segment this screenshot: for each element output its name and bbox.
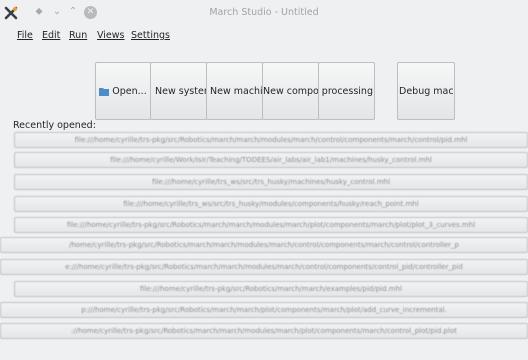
open-button-label: Open...	[112, 85, 147, 97]
recent-item[interactable]: file:///home/cyrille/trs_ws/src/trs_husk…	[14, 174, 528, 190]
menu-run[interactable]: Run	[69, 30, 87, 41]
menu-bar: File Edit Run Views Settings	[0, 27, 528, 45]
new-component-button-label: New component	[263, 85, 319, 97]
recent-item[interactable]: e:///home/cyrille/trs-pkg/src/Robotics/m…	[0, 259, 528, 275]
menu-settings[interactable]: Settings	[131, 30, 170, 41]
recent-item[interactable]: file:///home/cyrille/trs-pkg/src/Robotic…	[14, 132, 528, 148]
recent-item[interactable]: file:///home/cyrille/trs-pkg/src/Robotic…	[14, 281, 528, 297]
menu-file-label: File	[17, 30, 33, 41]
new-system-button-label: New system	[155, 85, 206, 97]
menu-run-label: Run	[69, 30, 88, 41]
new-processing-button[interactable]: New processing	[318, 62, 375, 120]
recent-item[interactable]: file:///home/cyrille/trs_ws/src/trs_husk…	[14, 196, 528, 212]
new-machine-button-label: New machine	[210, 85, 263, 97]
menu-views-label: Views	[97, 30, 125, 41]
open-button[interactable]: Open...	[95, 62, 151, 120]
title-bar: ⬥ ⌄ ⌃ ✕ March Studio - Untitled	[0, 0, 528, 25]
new-machine-button[interactable]: New machine	[206, 62, 263, 120]
window-title: March Studio - Untitled	[209, 7, 319, 18]
recent-item[interactable]: ://home/cyrille/trs-pkg/src/Robotics/mar…	[0, 323, 528, 339]
menu-edit-label: Edit	[42, 30, 61, 41]
debug-machine-button[interactable]: Debug machine	[397, 62, 455, 120]
menu-edit[interactable]: Edit	[42, 30, 60, 41]
new-component-button[interactable]: New component	[262, 62, 319, 120]
new-processing-button-label: New processing	[319, 85, 373, 97]
recent-item[interactable]: p:///home/cyrille/trs-pkg/src/Robotics/m…	[0, 302, 528, 318]
menu-views[interactable]: Views	[97, 30, 125, 41]
menu-settings-label: Settings	[131, 30, 170, 41]
recent-label: Recently opened:	[13, 120, 96, 131]
recent-item[interactable]: file:///home/cyrille/trs-pkg/src/Robotic…	[14, 217, 528, 233]
recent-item[interactable]: file:///home/cyrille/Work/Isir/Teaching/…	[14, 152, 528, 168]
folder-icon	[99, 87, 110, 96]
new-system-button[interactable]: New system	[150, 62, 207, 120]
debug-machine-button-label: Debug machine	[399, 85, 454, 97]
recent-item[interactable]: /home/cyrille/trs-pkg/src/Robotics/march…	[0, 237, 528, 253]
menu-file[interactable]: File	[17, 30, 33, 41]
